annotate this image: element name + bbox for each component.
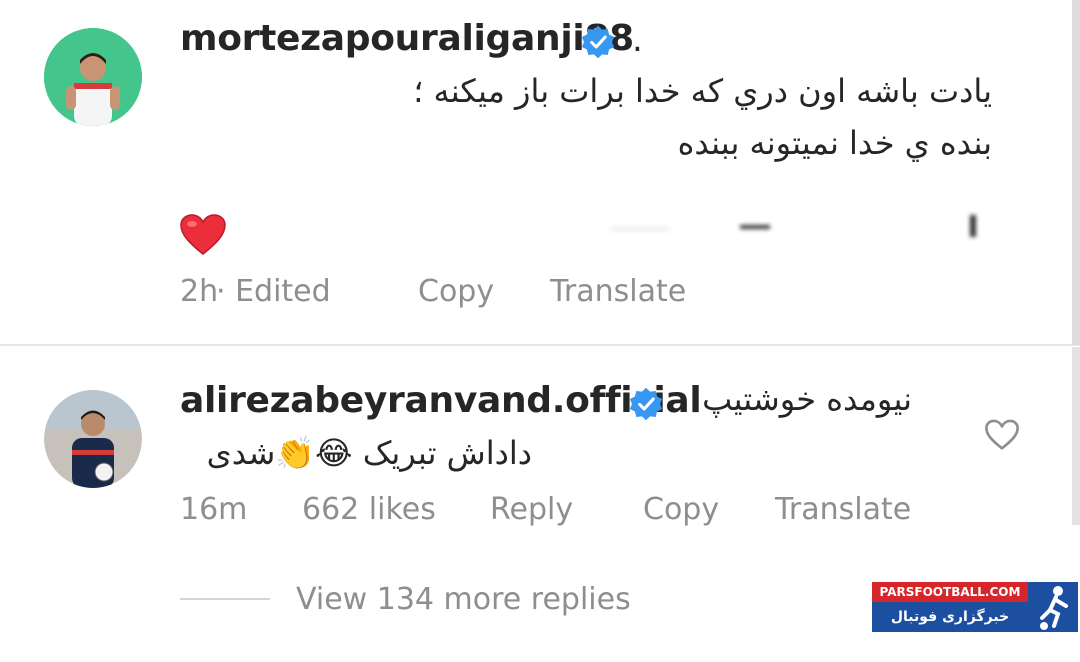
football-player-icon <box>1028 582 1078 632</box>
scrollbar-lower[interactable] <box>1072 347 1080 525</box>
avatar-morteza[interactable] <box>44 28 142 126</box>
comment-1-text-line1: یادت باشه اون دري كه خدا برات باز ميكنه … <box>413 72 992 110</box>
watermark-site: PARSFOOTBALL.COM <box>872 582 1028 602</box>
trailing-dot: . <box>632 20 643 60</box>
verified-badge-icon <box>580 24 616 64</box>
blurred-region <box>600 205 1020 255</box>
copy-button[interactable]: Copy <box>418 274 494 309</box>
view-more-replies-link[interactable]: View 134 more replies <box>296 582 631 617</box>
watermark-tagline: خبرگزاری فوتبال ایران <box>872 602 1028 655</box>
translate-button[interactable]: Translate <box>550 274 686 309</box>
username-morteza[interactable]: mortezapouraliganji88 <box>180 18 634 59</box>
avatar-alireza[interactable] <box>44 390 142 488</box>
verified-badge-icon <box>628 386 664 426</box>
scrollbar[interactable] <box>1072 0 1080 345</box>
username-alireza[interactable]: alirezabeyranvand.official <box>180 380 702 421</box>
view-replies-line <box>180 598 270 600</box>
comment-2-time: 16m <box>180 492 248 527</box>
comment-2-likes[interactable]: 662 likes <box>302 492 436 527</box>
copy-button[interactable]: Copy <box>643 492 719 527</box>
divider <box>0 344 1080 346</box>
comment-2-text-line2: داداش تبریک 😂👏شدی <box>206 434 532 472</box>
comment-1-time: 2h <box>180 274 219 309</box>
heart-reaction-icon <box>180 214 226 262</box>
comment-1-edited: · Edited <box>216 274 331 309</box>
comment-1-text-line2: بنده ي خدا نميتونه ببنده <box>677 124 992 162</box>
reply-button[interactable]: Reply <box>490 492 573 527</box>
watermark-logo: PARSFOOTBALL.COM خبرگزاری فوتبال ایران <box>872 582 1078 655</box>
like-heart-icon[interactable] <box>984 418 1020 456</box>
comment-2-text-inline: نیومده خوشتیپ <box>702 380 912 418</box>
translate-button[interactable]: Translate <box>775 492 911 527</box>
